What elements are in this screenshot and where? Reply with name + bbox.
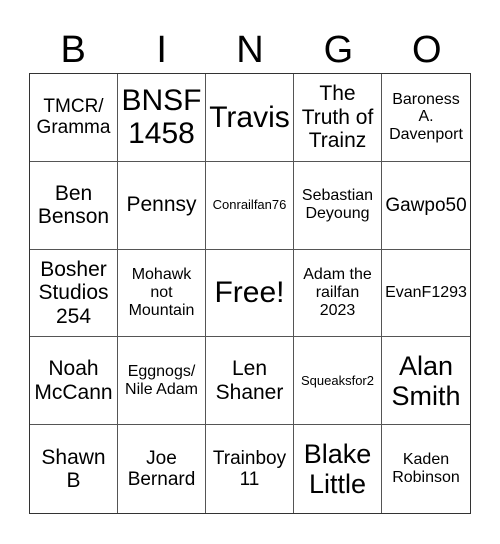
bingo-cell[interactable]: Alan Smith xyxy=(382,337,470,426)
bingo-grid: TMCR/ Gramma BNSF 1458 Travis The Truth … xyxy=(29,73,471,514)
bingo-cell[interactable]: Len Shaner xyxy=(206,337,294,426)
bingo-cell[interactable]: Eggnogs/ Nile Adam xyxy=(118,337,206,426)
bingo-cell[interactable]: Kaden Robinson xyxy=(382,425,470,513)
bingo-cell[interactable]: Mohawk not Mountain xyxy=(118,249,206,338)
header-letter-i: I xyxy=(156,29,167,71)
bingo-cell[interactable]: Travis xyxy=(206,74,294,162)
bingo-cell[interactable]: TMCR/ Gramma xyxy=(30,74,118,162)
bingo-cell[interactable]: Sebastian Deyoung xyxy=(294,161,382,250)
header-letter-g: G xyxy=(323,29,354,71)
bingo-cell[interactable]: Adam the railfan 2023 xyxy=(294,249,382,338)
header-letter-b: B xyxy=(60,29,86,71)
bingo-cell[interactable]: Pennsy xyxy=(118,161,206,250)
bingo-cell[interactable]: Conrailfan76 xyxy=(206,161,294,250)
bingo-cell[interactable]: Gawpo50 xyxy=(382,162,470,250)
header-letter-n: N xyxy=(236,29,264,71)
bingo-cell[interactable]: EvanF1293 xyxy=(382,250,470,338)
bingo-cell[interactable]: Squeaksfor2 xyxy=(294,337,382,426)
bingo-cell[interactable]: Noah McCann xyxy=(30,337,118,426)
bingo-cell[interactable]: Bosher Studios 254 xyxy=(30,249,118,338)
bingo-cell[interactable]: Blake Little xyxy=(294,425,382,513)
header-letter-o: O xyxy=(412,29,442,71)
bingo-cell[interactable]: Shawn B xyxy=(30,425,118,513)
bingo-cell[interactable]: Baroness A. Davenport xyxy=(382,74,470,162)
bingo-cell[interactable]: Joe Bernard xyxy=(118,425,206,513)
free-space[interactable]: Free! xyxy=(206,249,294,338)
bingo-cell[interactable]: Trainboy 11 xyxy=(206,425,294,513)
bingo-header: B I N G O xyxy=(29,28,471,73)
bingo-cell[interactable]: Ben Benson xyxy=(30,161,118,250)
bingo-cell[interactable]: The Truth of Trainz xyxy=(294,74,382,162)
bingo-cell[interactable]: BNSF 1458 xyxy=(118,74,206,162)
